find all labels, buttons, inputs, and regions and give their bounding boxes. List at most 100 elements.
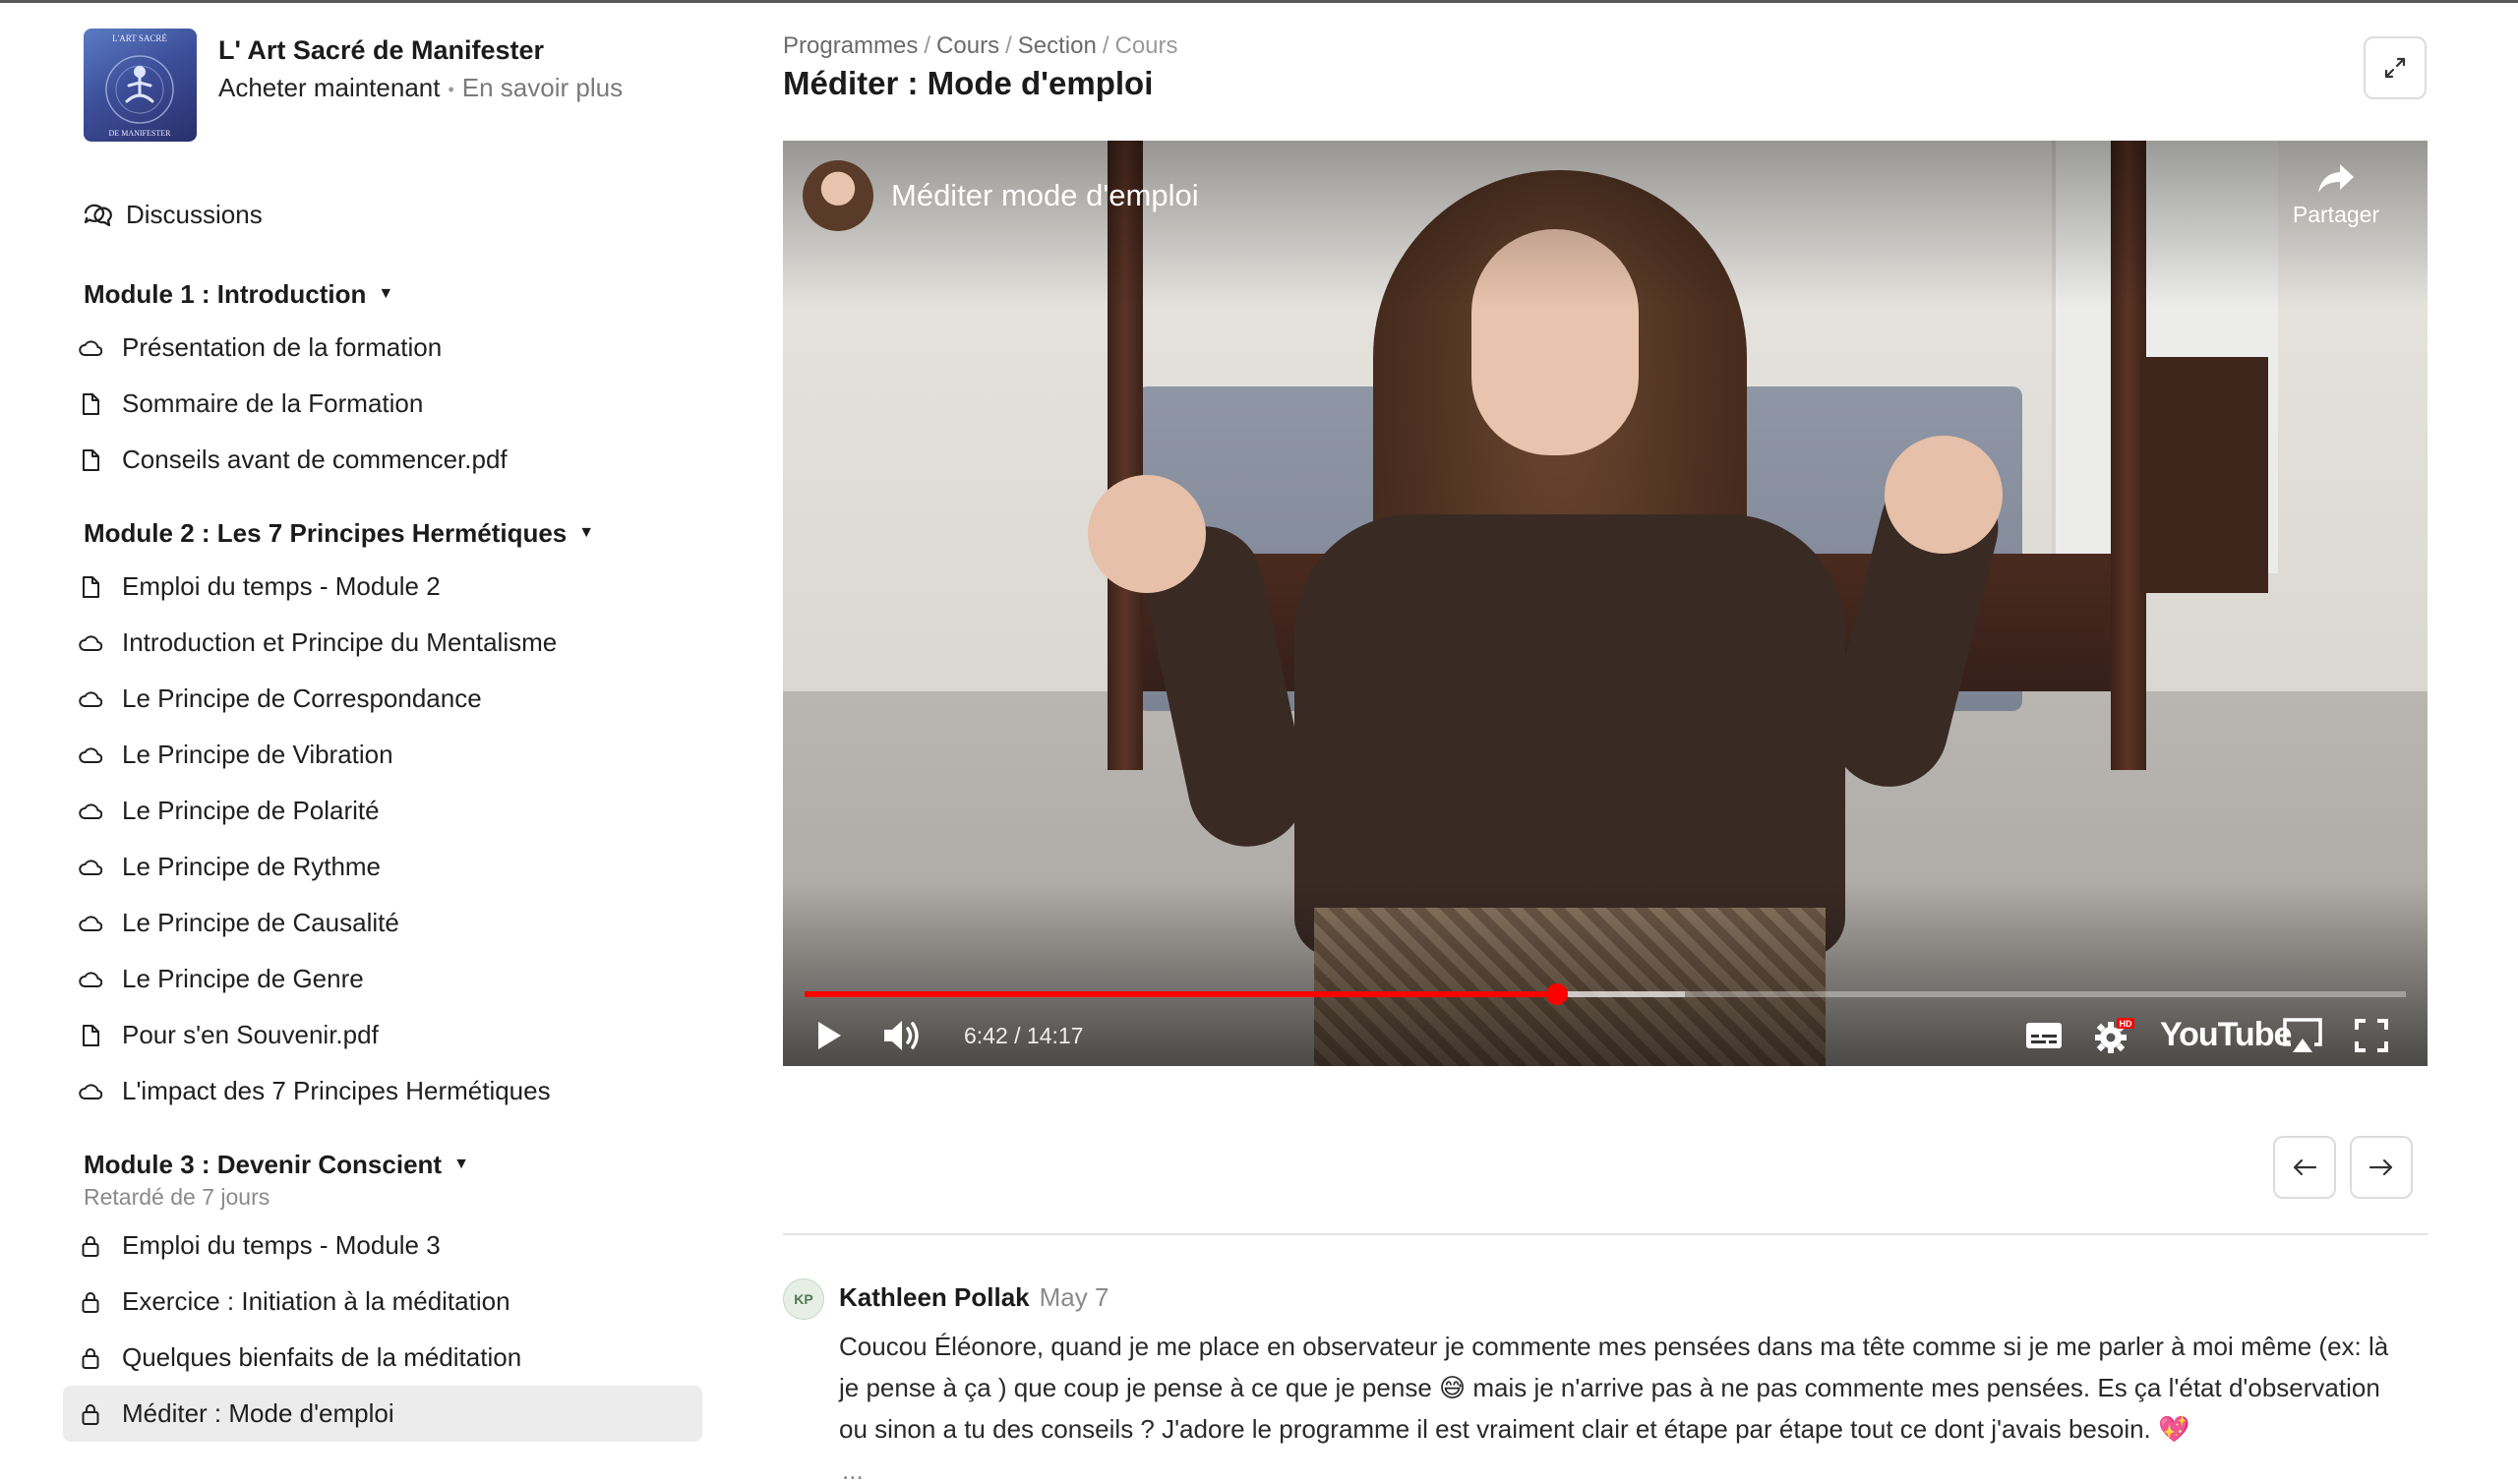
cloud-icon <box>79 743 102 767</box>
buy-now-link[interactable]: Acheter maintenant <box>218 73 440 102</box>
document-icon <box>79 448 102 472</box>
airplay-icon <box>2283 1018 2322 1052</box>
play-button[interactable] <box>805 1014 854 1057</box>
course-logo[interactable]: L'ART SACRÉ DE MANIFESTER <box>84 29 197 142</box>
comment-date: May 7 <box>1039 1282 1109 1312</box>
sidebar-lesson-item[interactable]: Présentation de la formation <box>63 320 702 376</box>
module-header[interactable]: Module 3 : Devenir Conscient ▼ <box>63 1139 702 1190</box>
logo-text-top: L'ART SACRÉ <box>112 33 167 43</box>
video-player[interactable]: Méditer mode d'emploi Partager 6:42 / 14… <box>783 141 2428 1066</box>
next-lesson-button[interactable] <box>2350 1136 2413 1199</box>
meditation-figure-icon: L'ART SACRÉ DE MANIFESTER <box>105 33 174 138</box>
breadcrumb-separator: / <box>1005 32 1012 59</box>
sidebar-lesson-label: Le Principe de Causalité <box>122 908 399 937</box>
sidebar-lesson-label: Emploi du temps - Module 2 <box>122 571 441 601</box>
caret-down-icon: ▼ <box>578 524 595 541</box>
lock-icon <box>79 1234 102 1258</box>
sidebar-lesson-item[interactable]: Méditer : Mode d'emploi <box>63 1386 702 1442</box>
cloud-icon <box>79 968 102 991</box>
comment-more[interactable]: ... <box>842 1455 864 1484</box>
sidebar-lesson-item[interactable]: Exercice : Initiation à la méditation <box>63 1274 702 1330</box>
captions-icon <box>2026 1023 2062 1048</box>
breadcrumb-separator: / <box>1102 32 1109 59</box>
progress-played <box>805 991 1558 997</box>
previous-lesson-button[interactable] <box>2273 1136 2336 1199</box>
volume-button[interactable] <box>875 1014 930 1057</box>
time-display: 6:42 / 14:17 <box>964 1023 1084 1048</box>
lock-icon <box>79 1290 102 1314</box>
module-list: Module 1 : Introduction ▼ Présentation de … <box>63 268 702 1442</box>
lock-icon <box>79 1346 102 1370</box>
discussions-label: Discussions <box>126 199 263 229</box>
settings-button[interactable]: HD <box>2091 1014 2138 1057</box>
course-sidebar: L'ART SACRÉ DE MANIFESTER L' Art Sacré d… <box>0 3 718 1484</box>
breadcrumb: Programmes / Cours / Section / Cours <box>783 32 1178 60</box>
sidebar-lesson-label: Le Principe de Correspondance <box>122 683 482 713</box>
share-button[interactable]: Partager <box>2282 162 2390 228</box>
caret-down-icon: ▼ <box>453 1156 469 1172</box>
sidebar-lesson-item[interactable]: Le Principe de Causalité <box>63 895 702 951</box>
page-title: Méditer : Mode d'emploi <box>783 65 1154 101</box>
cloud-icon <box>79 336 102 360</box>
breadcrumb-section[interactable]: Section <box>1018 32 1097 59</box>
module-subtitle: Retardé de 7 jours <box>84 1184 270 1210</box>
sidebar-lesson-item[interactable]: L'impact des 7 Principes Hermétiques <box>63 1063 702 1119</box>
breadcrumb-current: Cours <box>1114 32 1178 59</box>
breadcrumb-separator: / <box>924 32 931 59</box>
fullscreen-icon <box>2355 1019 2388 1052</box>
document-icon <box>79 1024 102 1047</box>
arrow-left-icon <box>2293 1158 2317 1176</box>
sidebar-lesson-item[interactable]: Introduction et Principe du Mentalisme <box>63 615 702 671</box>
comment-author[interactable]: Kathleen Pollak <box>839 1282 1030 1312</box>
sidebar-lesson-item[interactable]: Le Principe de Rythme <box>63 839 702 895</box>
module-title: Module 1 : Introduction <box>84 278 367 309</box>
sidebar-lesson-item[interactable]: Le Principe de Correspondance <box>63 671 702 727</box>
sidebar-lesson-item[interactable]: Emploi du temps - Module 3 <box>63 1217 702 1274</box>
gear-icon: HD <box>2095 1018 2134 1053</box>
sidebar-lesson-item[interactable]: Quelques bienfaits de la méditation <box>63 1330 702 1386</box>
sidebar-lesson-label: Méditer : Mode d'emploi <box>122 1398 394 1428</box>
video-title[interactable]: Méditer mode d'emploi <box>891 178 1199 213</box>
module-header[interactable]: Module 2 : Les 7 Principes Hermétiques ▼ <box>63 507 702 559</box>
cloud-icon <box>79 856 102 879</box>
breadcrumb-cours[interactable]: Cours <box>936 32 999 59</box>
sidebar-lesson-label: Le Principe de Genre <box>122 964 364 993</box>
sidebar-lesson-item[interactable]: Le Principe de Vibration <box>63 727 702 783</box>
breadcrumb-programmes[interactable]: Programmes <box>783 32 918 59</box>
module-title: Module 2 : Les 7 Principes Hermétiques <box>84 517 568 548</box>
sidebar-lesson-item[interactable]: Sommaire de la Formation <box>63 376 702 432</box>
captions-button[interactable] <box>2022 1014 2066 1057</box>
sidebar-lesson-item[interactable]: Emploi du temps - Module 2 <box>63 559 702 615</box>
cloud-icon <box>79 687 102 711</box>
progress-scrubber[interactable] <box>1546 983 1569 1005</box>
learn-more-link[interactable]: En savoir plus <box>462 73 623 102</box>
youtube-logo[interactable]: YouTube <box>2160 1016 2292 1054</box>
fullscreen-button[interactable] <box>2347 1014 2396 1057</box>
sidebar-lesson-item[interactable]: Pour s'en Souvenir.pdf <box>63 1007 702 1063</box>
logo-text-bottom: DE MANIFESTER <box>109 129 172 138</box>
arrow-right-icon <box>2368 1158 2393 1176</box>
discussions-link[interactable]: Discussions <box>63 180 702 249</box>
sidebar-lesson-label: Le Principe de Rythme <box>122 852 382 881</box>
sidebar-lesson-label: Exercice : Initiation à la méditation <box>122 1286 510 1316</box>
comment-body: Coucou Éléonore, quand je me place en ob… <box>839 1332 2389 1444</box>
sidebar-lesson-item[interactable]: Conseils avant de commencer.pdf <box>63 432 702 488</box>
player-controls: 6:42 / 14:17 HD YouTube <box>783 1006 2428 1065</box>
document-icon <box>79 575 102 599</box>
share-arrow-icon <box>2318 164 2354 193</box>
avatar[interactable]: KP <box>783 1278 824 1320</box>
chat-bubbles-icon <box>84 204 112 227</box>
volume-icon <box>884 1021 919 1050</box>
play-icon <box>818 1022 841 1049</box>
progress-bar[interactable] <box>805 983 2406 1005</box>
airplay-button[interactable] <box>2278 1014 2327 1057</box>
sidebar-lesson-item[interactable]: Le Principe de Genre <box>63 951 702 1007</box>
sidebar-lesson-item[interactable]: Le Principe de Polarité <box>63 783 702 839</box>
sidebar-lesson-label: Emploi du temps - Module 3 <box>122 1230 441 1260</box>
module-header[interactable]: Module 1 : Introduction ▼ <box>63 268 702 320</box>
expand-arrows-icon <box>2384 57 2406 79</box>
expand-button[interactable] <box>2364 36 2427 99</box>
cloud-icon <box>79 912 102 935</box>
channel-avatar[interactable] <box>803 160 873 231</box>
section-divider <box>783 1233 2428 1235</box>
